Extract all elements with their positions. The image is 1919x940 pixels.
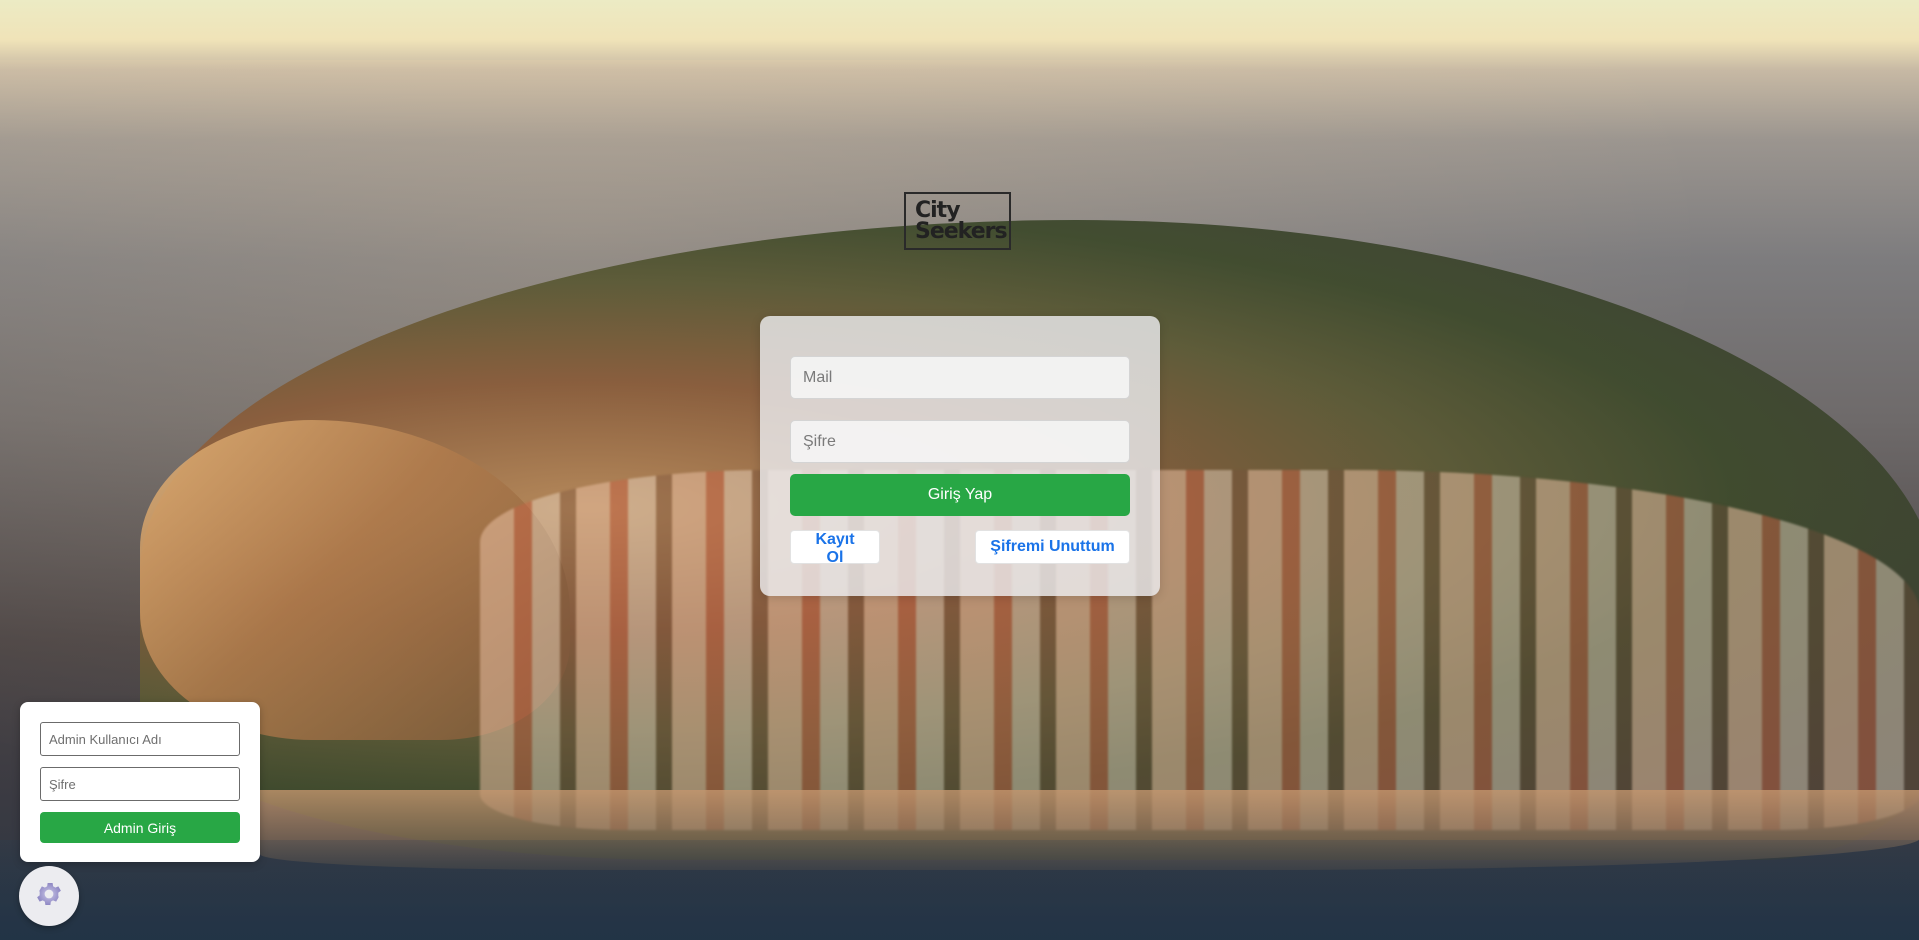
register-button[interactable]: Kayıt Ol (790, 530, 880, 566)
gear-icon (34, 879, 64, 914)
harbor-water (0, 840, 1919, 940)
password-input[interactable] (790, 420, 1130, 463)
login-button[interactable]: Giriş Yap (790, 474, 1130, 516)
admin-login-panel: Admin Giriş (20, 702, 260, 862)
logo-line-2: Seekers (915, 219, 1008, 244)
mail-input[interactable] (790, 356, 1130, 399)
logo-line-1: City (915, 198, 961, 223)
admin-login-button[interactable]: Admin Giriş (40, 812, 240, 843)
admin-username-input[interactable] (40, 722, 240, 756)
admin-password-input[interactable] (40, 767, 240, 801)
town-buildings (480, 470, 1919, 830)
login-card: Giriş Yap Kayıt Ol Şifremi Unuttum (760, 316, 1160, 596)
settings-toggle-button[interactable] (19, 866, 79, 926)
forgot-password-button[interactable]: Şifremi Unuttum (975, 530, 1130, 564)
city-seekers-logo: City Seekers (904, 192, 1011, 250)
